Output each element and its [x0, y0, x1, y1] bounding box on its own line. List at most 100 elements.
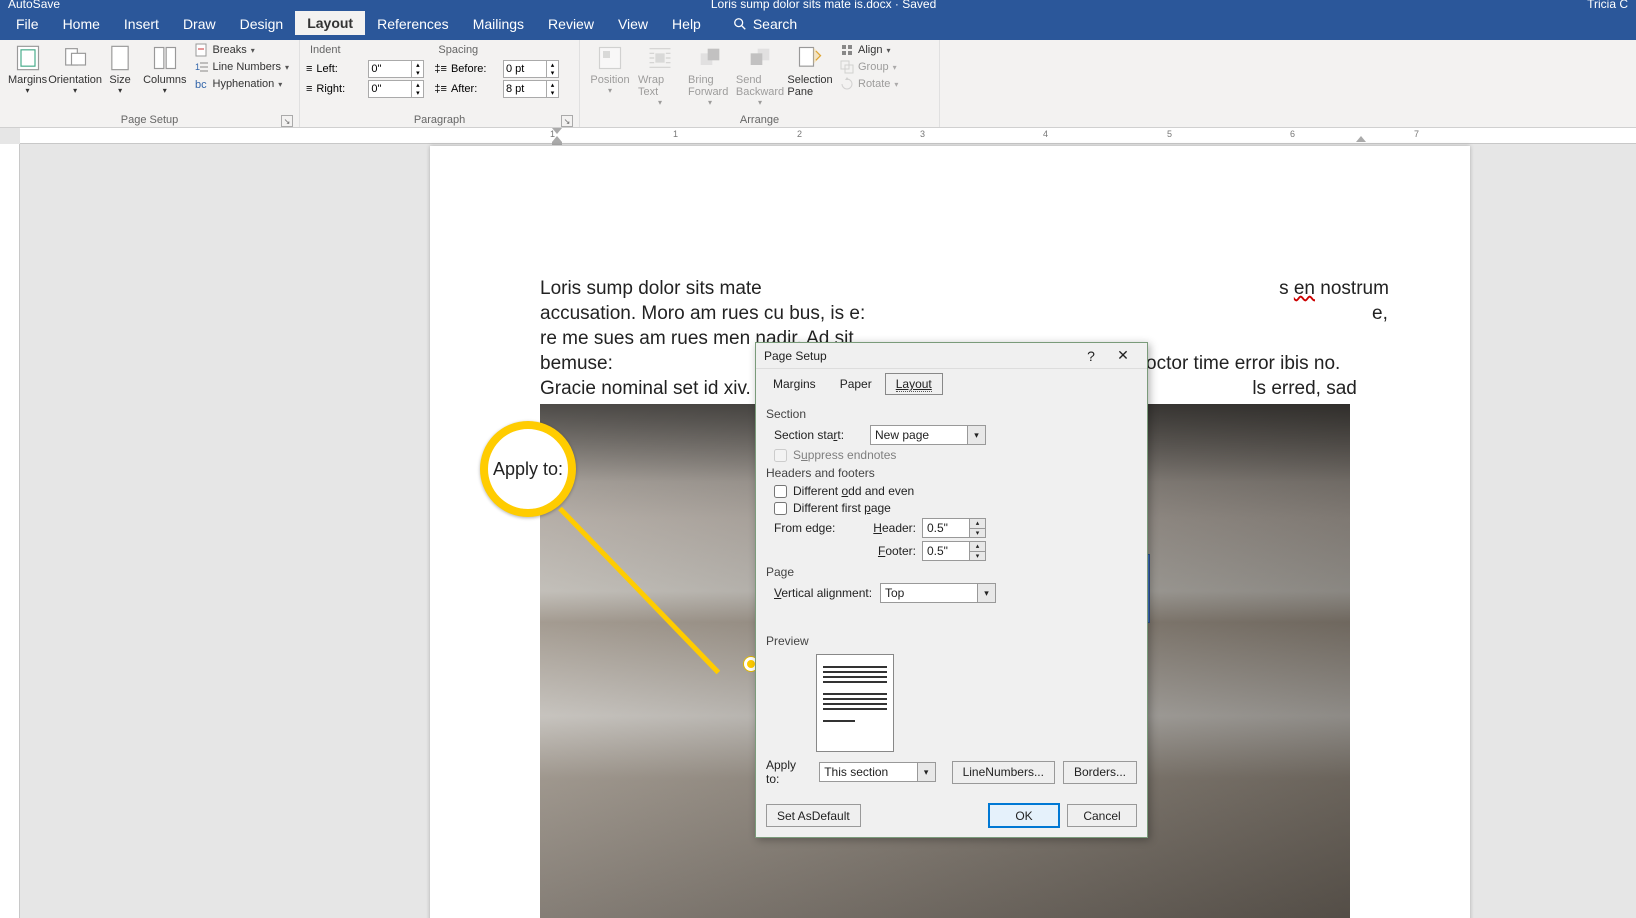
preview-thumbnail — [816, 654, 894, 752]
arrange-group-label: Arrange — [740, 114, 779, 126]
apply-to-combo[interactable]: This section▾ — [819, 762, 935, 782]
indent-left-input[interactable]: 0"▴▾ — [368, 60, 424, 78]
position-icon — [596, 44, 624, 72]
send-backward-icon — [746, 44, 774, 72]
tab-help[interactable]: Help — [660, 12, 713, 36]
breaks-button[interactable]: Breaks▾ — [191, 42, 294, 58]
page-setup-group-label: Page Setup — [121, 114, 179, 126]
search-box[interactable]: Search — [733, 16, 797, 32]
tab-mailings[interactable]: Mailings — [461, 12, 536, 36]
set-as-default-button[interactable]: Set As Default — [766, 804, 861, 827]
page-setup-launcher[interactable]: ↘ — [281, 115, 293, 127]
different-odd-even-label: Different odd and even — [793, 484, 914, 498]
bring-forward-icon — [696, 44, 724, 72]
paragraph-launcher[interactable]: ↘ — [561, 115, 573, 127]
footer-distance-input[interactable]: 0.5"▴▾ — [922, 541, 986, 561]
margins-button[interactable]: Margins▾ — [6, 42, 49, 97]
send-backward-button[interactable]: Send Backward▾ — [736, 42, 784, 109]
search-label: Search — [753, 16, 797, 32]
section-start-combo[interactable]: New page▾ — [870, 425, 986, 445]
spacing-before-label: Before: — [451, 63, 499, 75]
dialog-title: Page Setup — [764, 349, 827, 363]
suppress-endnotes-label: Suppress endnotes — [793, 448, 896, 462]
indent-right-input[interactable]: 0"▴▾ — [368, 80, 424, 98]
tab-references[interactable]: References — [365, 12, 461, 36]
margins-label: Margins — [8, 74, 47, 86]
spacing-before-input[interactable]: 0 pt▴▾ — [503, 60, 559, 78]
spacing-after-label: After: — [451, 83, 499, 95]
tab-review[interactable]: Review — [536, 12, 606, 36]
window-titlebar: AutoSave Loris sump dolor sits mate is.d… — [0, 0, 1636, 8]
align-button[interactable]: Align▾ — [836, 42, 902, 58]
tab-home[interactable]: Home — [51, 12, 112, 36]
line-numbers-icon: 1 — [195, 60, 209, 74]
line-numbers-label: Line Numbers — [213, 61, 281, 73]
header-distance-input[interactable]: 0.5"▴▾ — [922, 518, 986, 538]
different-odd-even-checkbox[interactable] — [774, 485, 787, 498]
rotate-button[interactable]: Rotate▾ — [836, 76, 902, 92]
horizontal-ruler[interactable]: 1 1 2 3 4 5 6 7 — [20, 128, 1636, 144]
callout-magnifier: Apply to: — [480, 421, 576, 517]
vertical-alignment-label: Vertical alignment: — [774, 586, 874, 600]
group-button[interactable]: Group▾ — [836, 59, 902, 75]
indent-right-label: Right: — [316, 83, 364, 95]
menu-bar: File Home Insert Draw Design Layout Refe… — [0, 8, 1636, 40]
ok-button[interactable]: OK — [989, 804, 1059, 827]
section-start-label: Section start: — [774, 428, 864, 442]
selection-pane-button[interactable]: Selection Pane — [786, 42, 834, 100]
orientation-button[interactable]: Orientation▾ — [51, 42, 99, 97]
align-icon — [840, 43, 854, 57]
size-button[interactable]: Size▾ — [101, 42, 139, 97]
footer-label: Footer: — [870, 544, 916, 558]
chevron-down-icon: ▾ — [917, 763, 935, 781]
breaks-label: Breaks — [213, 44, 247, 56]
cancel-button[interactable]: Cancel — [1067, 804, 1137, 827]
page-heading: Page — [766, 565, 1137, 579]
indent-left-label: Left: — [316, 63, 364, 75]
tab-file[interactable]: File — [4, 12, 51, 36]
chevron-down-icon: ▾ — [977, 584, 995, 602]
different-first-page-checkbox[interactable] — [774, 502, 787, 515]
dialog-close-button[interactable]: ✕ — [1107, 347, 1139, 364]
bring-forward-button[interactable]: Bring Forward▾ — [686, 42, 734, 109]
wrap-text-icon — [646, 44, 674, 72]
orientation-label: Orientation — [48, 74, 102, 86]
group-icon — [840, 60, 854, 74]
dialog-tab-paper[interactable]: Paper — [829, 373, 883, 395]
tab-layout[interactable]: Layout — [295, 11, 365, 37]
vertical-ruler[interactable] — [0, 144, 20, 918]
ribbon: Margins▾ Orientation▾ Size▾ Columns▾ Bre… — [0, 40, 1636, 128]
from-edge-label: From edge: — [774, 521, 864, 535]
position-button[interactable]: Position▾ — [586, 42, 634, 97]
hyphenation-icon: bc — [195, 77, 209, 91]
orientation-icon — [61, 44, 89, 72]
hyphenation-button[interactable]: bcHyphenation▾ — [191, 76, 294, 92]
columns-label: Columns — [143, 74, 186, 86]
tab-design[interactable]: Design — [228, 12, 296, 36]
dialog-tab-margins[interactable]: Margins — [762, 373, 827, 395]
borders-dialog-button[interactable]: Borders... — [1063, 761, 1137, 784]
dialog-help-button[interactable]: ? — [1075, 348, 1107, 364]
line-numbers-button[interactable]: 1Line Numbers▾ — [191, 59, 294, 75]
dialog-tab-layout[interactable]: Layout — [885, 373, 943, 395]
tab-insert[interactable]: Insert — [112, 12, 171, 36]
paragraph-group-label: Paragraph — [414, 114, 465, 126]
vertical-alignment-combo[interactable]: Top▾ — [880, 583, 996, 603]
callout-text: Apply to: — [493, 459, 563, 480]
size-icon — [106, 44, 134, 72]
document-area: 1 1 2 3 4 5 6 7 Loris sump dolor sits ma… — [0, 128, 1636, 918]
preview-heading: Preview — [766, 634, 1137, 648]
wrap-text-button[interactable]: Wrap Text▾ — [636, 42, 684, 109]
tab-draw[interactable]: Draw — [171, 12, 228, 36]
headers-footers-heading: Headers and footers — [766, 466, 1137, 480]
columns-button[interactable]: Columns▾ — [141, 42, 188, 97]
indent-heading: Indent — [306, 44, 424, 58]
spacing-after-input[interactable]: 8 pt▴▾ — [503, 80, 559, 98]
spacing-heading: Spacing — [434, 44, 559, 58]
tab-view[interactable]: View — [606, 12, 660, 36]
search-icon — [733, 17, 747, 31]
line-numbers-dialog-button[interactable]: Line Numbers... — [952, 761, 1055, 784]
user-name: Tricia C — [1587, 0, 1628, 11]
suppress-endnotes-checkbox[interactable] — [774, 449, 787, 462]
different-first-page-label: Different first page — [793, 501, 891, 515]
